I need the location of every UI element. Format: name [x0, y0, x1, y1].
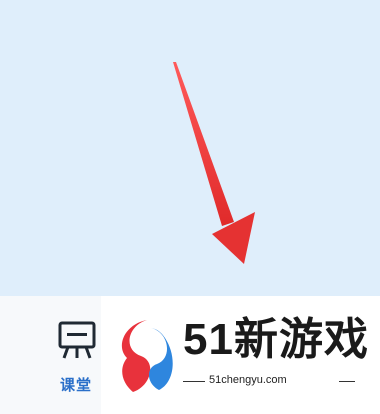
screenshot-canvas: 课堂 51新游戏 51chengyu.com	[0, 0, 380, 414]
brand-logo-icon	[121, 320, 173, 392]
classroom-label: 课堂	[60, 377, 93, 394]
divider	[183, 381, 205, 382]
brand-domain: 51chengyu.com	[209, 374, 287, 386]
red-arrow-icon	[173, 62, 255, 264]
presentation-board-icon	[58, 321, 96, 359]
watermark: 51新游戏 51chengyu.com	[101, 296, 380, 414]
brand-text: 51新游戏	[183, 315, 369, 364]
divider	[339, 381, 355, 382]
domain-row: 51chengyu.com	[183, 374, 355, 388]
